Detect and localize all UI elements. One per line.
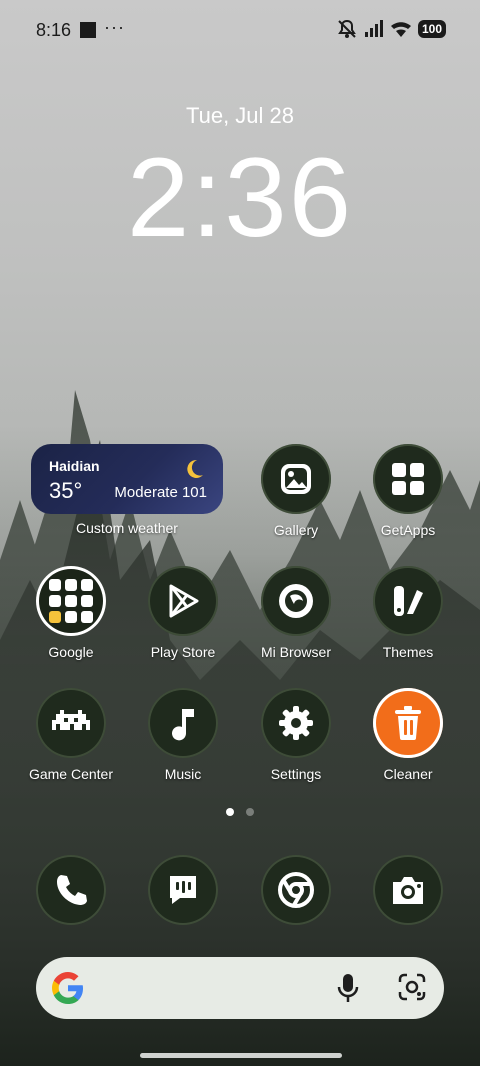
app-mi-browser[interactable]: Mi Browser xyxy=(241,566,351,660)
weather-temp: 35° xyxy=(49,478,83,503)
app-label: GetApps xyxy=(380,522,436,538)
mi-browser-icon xyxy=(261,566,331,636)
themes-icon xyxy=(373,566,443,636)
cleaner-icon xyxy=(373,688,443,758)
wifi-icon xyxy=(390,22,411,37)
app-label: Google xyxy=(48,644,94,660)
play-store-icon xyxy=(148,566,218,636)
google-folder-icon xyxy=(36,566,106,636)
app-label: Mi Browser xyxy=(260,644,331,660)
google-lens-icon[interactable] xyxy=(398,973,426,1001)
status-bar: 8:16 ··· 100 xyxy=(0,0,480,60)
getapps-icon xyxy=(373,444,443,514)
music-icon xyxy=(148,688,218,758)
app-settings[interactable]: Settings xyxy=(241,688,351,782)
settings-icon xyxy=(261,688,331,758)
google-logo-icon xyxy=(52,972,83,1004)
weather-widget[interactable]: Haidian 35° Moderate 101 xyxy=(31,444,223,514)
app-label: Game Center xyxy=(28,766,114,782)
game-center-icon xyxy=(36,688,106,758)
microphone-icon[interactable] xyxy=(336,973,360,1003)
chrome-icon xyxy=(261,855,331,925)
lock-date: Tue, Jul 28 xyxy=(185,103,295,128)
app-getapps[interactable]: GetApps xyxy=(353,444,463,538)
dock-camera[interactable] xyxy=(353,855,463,925)
app-gallery[interactable]: Gallery xyxy=(241,444,351,538)
app-label: Play Store xyxy=(150,644,216,660)
gallery-icon xyxy=(261,444,331,514)
app-label: Gallery xyxy=(273,522,319,538)
signal-icon xyxy=(364,20,383,37)
dock-chrome[interactable] xyxy=(241,855,351,925)
battery-indicator: 100 xyxy=(417,20,446,38)
app-label: Cleaner xyxy=(383,766,433,782)
app-google-folder[interactable]: Google xyxy=(16,566,126,660)
app-cleaner[interactable]: Cleaner xyxy=(353,688,463,782)
app-play-store[interactable]: Play Store xyxy=(128,566,238,660)
weather-aqi: Moderate 101 xyxy=(114,484,207,501)
app-label: Themes xyxy=(382,644,434,660)
app-themes[interactable]: Themes xyxy=(353,566,463,660)
dock-phone[interactable] xyxy=(16,855,126,925)
moon-icon xyxy=(187,459,203,478)
more-notifications-icon: ··· xyxy=(104,17,125,37)
silent-icon xyxy=(338,19,356,38)
gesture-navigation-bar[interactable] xyxy=(140,1053,342,1058)
dock-messages[interactable] xyxy=(128,855,238,925)
status-time: 8:16 xyxy=(36,20,72,40)
notification-icon xyxy=(80,22,96,38)
google-search-bar[interactable] xyxy=(36,957,444,1019)
camera-icon xyxy=(373,855,443,925)
app-music[interactable]: Music xyxy=(128,688,238,782)
app-label: Music xyxy=(164,766,202,782)
app-label: Settings xyxy=(270,766,322,782)
page-dot xyxy=(246,808,254,816)
messages-icon xyxy=(148,855,218,925)
weather-city: Haidian xyxy=(49,458,100,474)
page-indicator[interactable] xyxy=(226,808,254,816)
weather-widget-label: Custom weather xyxy=(76,520,178,536)
phone-icon xyxy=(36,855,106,925)
page-dot-active xyxy=(226,808,234,816)
app-game-center[interactable]: Game Center xyxy=(16,688,126,782)
lock-clock: 2:36 xyxy=(127,135,353,260)
